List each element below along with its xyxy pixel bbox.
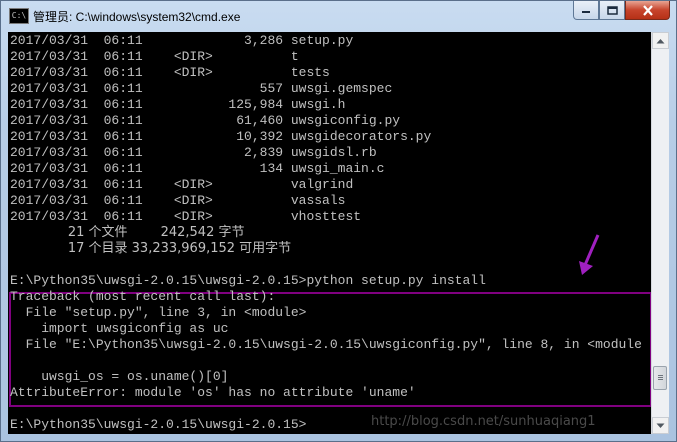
title-bar[interactable]: C:\ 管理员: C:\windows\system32\cmd.exe — [1, 1, 676, 31]
console-output[interactable]: 2017/03/31 06:11 3,286 setup.py 2017/03/3… — [8, 32, 651, 434]
scroll-up-button[interactable] — [652, 32, 669, 49]
console-line: File "E:\Python35\uwsgi-2.0.15\uwsgi-2.0… — [10, 337, 642, 352]
console-line: 2017/03/31 06:11 10,392 uwsgidecorators.… — [10, 129, 432, 144]
annotation-arrow-icon — [579, 234, 600, 275]
console-line: 2017/03/31 06:11 <DIR> vassals — [10, 193, 346, 208]
console-line: E:\Python35\uwsgi-2.0.15\uwsgi-2.0.15>py… — [10, 273, 486, 288]
console-line: 2017/03/31 06:11 <DIR> valgrind — [10, 177, 354, 192]
scrollbar-thumb[interactable] — [653, 366, 667, 390]
console-line: 2017/03/31 06:11 134 uwsgi_main.c — [10, 161, 385, 176]
console-line: uwsgi_os = os.uname()[0] — [10, 369, 229, 384]
chevron-down-icon — [656, 423, 665, 428]
console-line: 2017/03/31 06:11 2,839 uwsgidsl.rb — [10, 145, 377, 160]
minimize-icon — [582, 11, 590, 13]
console-line: 21 个文件 242,542 字节 — [10, 225, 245, 240]
console-line: 2017/03/31 06:11 557 uwsgi.gemspec — [10, 81, 393, 96]
console-line: Traceback (most recent call last): — [10, 289, 276, 304]
close-button[interactable] — [625, 1, 670, 20]
watermark: http://blog.csdn.net/sunhuaqiang1 — [371, 414, 596, 429]
maximize-button[interactable] — [599, 1, 625, 20]
cmd-window: C:\ 管理员: C:\windows\system32\cmd.exe 201… — [0, 0, 677, 442]
console-line: 2017/03/31 06:11 <DIR> vhosttest — [10, 209, 362, 224]
console-line: 2017/03/31 06:11 125,984 uwsgi.h — [10, 97, 346, 112]
console-line: E:\Python35\uwsgi-2.0.15\uwsgi-2.0.15> — [10, 417, 307, 432]
window-controls — [573, 1, 670, 21]
console-line: 17 个目录 33,233,969,152 可用字节 — [10, 241, 292, 256]
console-line: import uwsgiconfig as uc — [10, 321, 229, 336]
chevron-up-icon — [656, 38, 665, 43]
console-line: 2017/03/31 06:11 3,286 setup.py — [10, 33, 354, 48]
cmd-icon[interactable]: C:\ — [9, 8, 29, 24]
console-line: AttributeError: module 'os' has no attri… — [10, 385, 416, 400]
close-icon — [642, 4, 653, 16]
scroll-down-button[interactable] — [652, 417, 669, 434]
console-line: File "setup.py", line 3, in <module> — [10, 305, 307, 320]
console-line: 2017/03/31 06:11 <DIR> tests — [10, 65, 330, 80]
maximize-icon — [606, 5, 618, 15]
window-title: 管理员: C:\windows\system32\cmd.exe — [33, 10, 241, 24]
console-line: 2017/03/31 06:11 <DIR> t — [10, 49, 299, 64]
vertical-scrollbar[interactable] — [651, 32, 669, 434]
console-line: 2017/03/31 06:11 61,460 uwsgiconfig.py — [10, 113, 401, 128]
minimize-button[interactable] — [573, 1, 599, 20]
